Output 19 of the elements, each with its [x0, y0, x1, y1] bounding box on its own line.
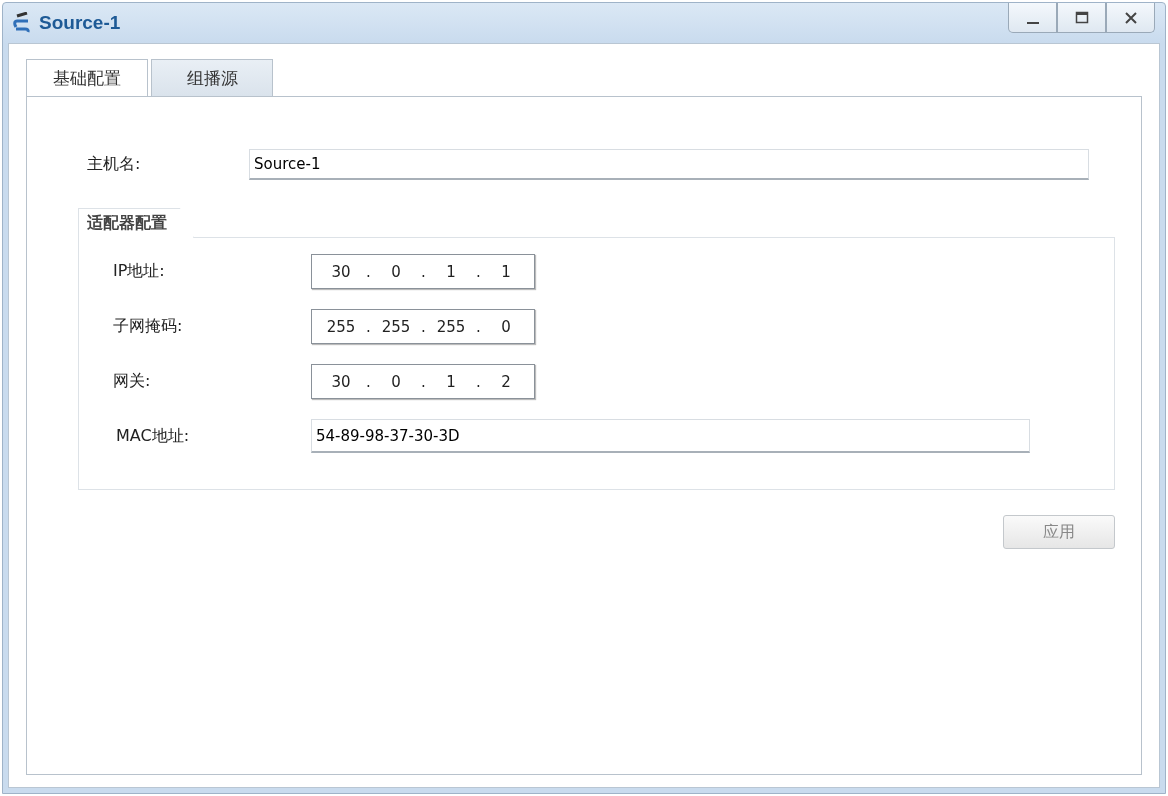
hostname-field[interactable]: Source-1: [249, 149, 1089, 180]
maximize-button[interactable]: [1057, 3, 1106, 33]
network-cable-icon: [13, 12, 33, 34]
ip-address-field[interactable]: 255 . 255 . 255 . 0: [311, 309, 535, 344]
field-label: 网关:: [113, 371, 152, 392]
minimize-icon: [1026, 21, 1039, 24]
window-title: Source-1: [39, 12, 121, 34]
tab[interactable]: 基础配置: [26, 59, 148, 96]
close-button[interactable]: [1106, 3, 1155, 33]
ip-address-field[interactable]: 30 . 0 . 1 . 1: [311, 254, 535, 289]
field-label: IP地址:: [113, 261, 166, 282]
field-label: MAC地址:: [116, 425, 191, 447]
mac-address-field[interactable]: 54-89-98-37-30-3D: [311, 419, 1030, 453]
field-label: 子网掩码:: [113, 316, 184, 337]
tab[interactable]: 组播源: [151, 59, 273, 96]
maximize-icon: [1074, 10, 1089, 25]
close-icon: [1123, 10, 1138, 25]
field-label: 主机名:: [87, 154, 142, 175]
ip-address-field[interactable]: 30 . 0 . 1 . 2: [311, 364, 535, 399]
